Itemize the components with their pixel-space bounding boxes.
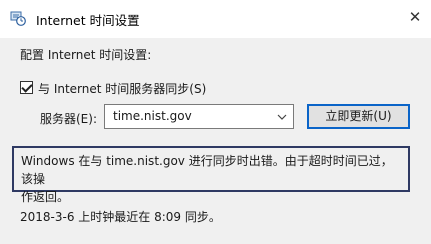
clock-globe-icon [10, 10, 26, 26]
server-label: 服务器(E): [40, 112, 97, 126]
section-label: 配置 Internet 时间设置: [20, 48, 152, 62]
error-message: Windows 在与 time.nist.gov 进行同步时出错。由于超时时间已… [12, 146, 410, 204]
server-select[interactable]: time.nist.gov [104, 104, 294, 129]
update-now-button[interactable]: 立即更新(U) [307, 104, 410, 129]
window-title: Internet 时间设置 [36, 13, 140, 28]
server-select-value: time.nist.gov [113, 109, 192, 123]
close-icon[interactable]: ✕ [404, 6, 426, 28]
last-sync-status: 2018-3-6 上时钟最近在 8:09 同步。 [20, 210, 221, 224]
sync-checkbox[interactable] [20, 81, 33, 94]
sync-checkbox-label: 与 Internet 时间服务器同步(S) [38, 82, 207, 96]
title-bar: Internet 时间设置 ✕ [0, 0, 431, 38]
dialog-body: 配置 Internet 时间设置: 与 Internet 时间服务器同步(S) … [0, 38, 431, 244]
chevron-down-icon [275, 110, 289, 124]
